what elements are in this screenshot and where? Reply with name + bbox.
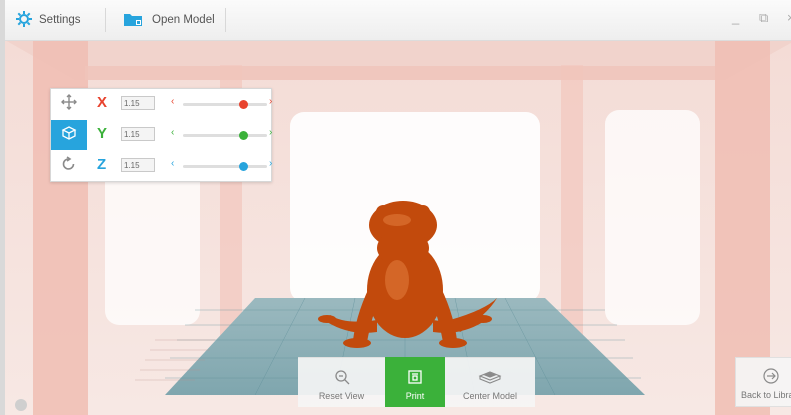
scale-tool[interactable] [51, 120, 87, 150]
toolbar-divider [225, 8, 226, 32]
back-to-library-label: Back to Library [740, 390, 791, 400]
z-axis-label: Z [97, 156, 107, 173]
bottom-toolbar: Reset View Print Center Model [298, 357, 535, 407]
z-slider[interactable] [183, 162, 267, 171]
y-increase-arrow[interactable]: › [269, 127, 272, 138]
x-increase-arrow[interactable]: › [269, 96, 272, 107]
printer-app-window: Settings Open Model _ ⧉ × [0, 0, 791, 415]
move-tool[interactable] [51, 89, 87, 119]
x-slider-knob[interactable] [239, 100, 249, 109]
settings-button[interactable]: Settings [15, 0, 81, 40]
y-axis-row: Y 1.15 ‹ › [87, 120, 272, 150]
close-button[interactable]: × [787, 10, 791, 25]
x-axis-label: X [97, 94, 108, 111]
x-value-input[interactable]: 1.15 [121, 96, 155, 110]
rotate-tool[interactable] [51, 151, 87, 181]
minimize-button[interactable]: _ [732, 10, 739, 25]
print-button[interactable]: Print [385, 357, 445, 407]
back-to-library-button[interactable]: Back to Library [735, 357, 791, 407]
title-bar: Settings Open Model _ ⧉ × [5, 0, 791, 41]
move-icon [61, 93, 77, 115]
print-label: Print [405, 391, 425, 401]
rotate-icon [61, 155, 77, 177]
center-model-button[interactable]: Center Model [445, 357, 535, 407]
open-model-button[interactable]: Open Model [123, 0, 215, 40]
open-model-label: Open Model [152, 14, 215, 26]
y-axis-label: Y [97, 125, 108, 142]
settings-label: Settings [39, 14, 81, 26]
z-slider-knob[interactable] [239, 162, 249, 171]
folder-icon [123, 11, 143, 30]
x-decrease-arrow[interactable]: ‹ [171, 96, 174, 107]
restore-button[interactable]: ⧉ [759, 10, 768, 26]
y-slider[interactable] [183, 131, 267, 140]
settings-icon [15, 10, 33, 31]
toolbar-divider [105, 8, 106, 32]
center-model-label: Center Model [462, 391, 518, 401]
transform-panel: X 1.15 ‹ › Y 1.15 ‹ › Z 1.15 ‹ › [50, 88, 272, 182]
back-arrow-icon [763, 368, 779, 386]
y-slider-knob[interactable] [239, 131, 249, 140]
z-decrease-arrow[interactable]: ‹ [171, 158, 174, 169]
z-axis-row: Z 1.15 ‹ › [87, 151, 272, 181]
z-value-input[interactable]: 1.15 [121, 158, 155, 172]
zoom-icon [334, 369, 350, 387]
x-axis-row: X 1.15 ‹ › [87, 89, 272, 119]
y-decrease-arrow[interactable]: ‹ [171, 127, 174, 138]
print-icon [407, 369, 423, 387]
z-increase-arrow[interactable]: › [269, 158, 272, 169]
center-icon [477, 369, 503, 387]
scale-icon [61, 125, 77, 146]
corner-indicator-icon [15, 399, 27, 411]
x-slider[interactable] [183, 100, 267, 109]
y-value-input[interactable]: 1.15 [121, 127, 155, 141]
reset-view-label: Reset View [318, 391, 365, 401]
reset-view-button[interactable]: Reset View [298, 357, 385, 407]
